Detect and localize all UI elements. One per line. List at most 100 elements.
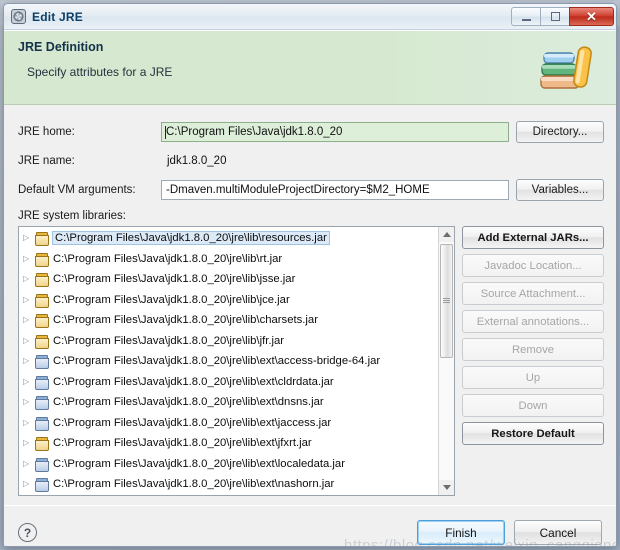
library-row[interactable]: ▷ C:\Program Files\Java\jdk1.8.0_20\jre\l…	[19, 269, 438, 290]
library-path: C:\Program Files\Java\jdk1.8.0_20\jre\li…	[53, 437, 312, 450]
jar-icon	[34, 272, 49, 288]
jre-name-label: JRE name:	[18, 154, 75, 167]
expand-triangle-icon[interactable]: ▷	[23, 377, 34, 386]
dialog-footer: ? Finish Cancel https://blog.csdn.net/we…	[4, 505, 616, 546]
close-button[interactable]: ✕	[569, 7, 614, 26]
library-path: C:\Program Files\Java\jdk1.8.0_20\jre\li…	[53, 375, 334, 388]
side-button-javadoc-location: Javadoc Location...	[462, 254, 604, 277]
window-titlebar: Edit JRE ✕	[4, 4, 616, 30]
expand-triangle-icon[interactable]: ▷	[23, 357, 34, 365]
scroll-down-button[interactable]	[439, 479, 454, 495]
expand-triangle-icon[interactable]: ▷	[23, 316, 34, 324]
side-button-down: Down	[462, 394, 604, 417]
library-row[interactable]: ▷ C:\Program Files\Java\jdk1.8.0_20\jre\l…	[19, 474, 438, 495]
chevron-down-icon	[442, 484, 451, 490]
expand-triangle-icon[interactable]: ▷	[23, 480, 34, 488]
jar-icon-blue	[34, 375, 49, 390]
library-row[interactable]: ▷ C:\Program Files\Java\jdk1.8.0_20\jre\l…	[19, 413, 438, 434]
library-row[interactable]: ▷ C:\Program Files\Java\jdk1.8.0_20\jre\l…	[19, 433, 438, 454]
library-action-buttons: Add External JARs... Javadoc Location... S…	[462, 226, 604, 496]
library-row[interactable]: ▷ C:\Program Files\Java\jdk1.8.0_20\jre\l…	[19, 392, 438, 413]
side-button-add-external-jars[interactable]: Add External JARs...	[462, 226, 604, 249]
jre-name-input[interactable]: jdk1.8.0_20	[161, 151, 509, 171]
expand-triangle-icon[interactable]: ▷	[23, 418, 34, 427]
library-row[interactable]: ▷ C:\Program Files\Java\jdk1.8.0_20\jre\l…	[19, 351, 438, 372]
side-button-external-annotations: External annotations...	[462, 310, 604, 333]
library-row[interactable]: ▷ C:\Program Files\Java\jdk1.8.0_20\jre\l…	[19, 372, 438, 393]
library-row[interactable]: ▷ C:\Program Files\Java\jdk1.8.0_20\jre\l…	[19, 454, 438, 475]
minimize-button[interactable]	[511, 7, 540, 26]
vm-arguments-row: Default VM arguments: -Dmaven.multiModul…	[18, 175, 604, 204]
jar-icon	[34, 231, 49, 247]
library-path: C:\Program Files\Java\jdk1.8.0_20\jre\li…	[52, 231, 330, 246]
expand-triangle-icon[interactable]: ▷	[23, 398, 34, 406]
library-row[interactable]: ▷ C:\Program Files\Java\jdk1.8.0_20\jre\l…	[19, 310, 438, 331]
library-path: C:\Program Files\Java\jdk1.8.0_20\jre\li…	[53, 293, 290, 306]
library-row[interactable]: ▷ C:\Program Files\Java\jdk1.8.0_20\jre\l…	[19, 249, 438, 270]
vm-arguments-input[interactable]: -Dmaven.multiModuleProjectDirectory=$M2_…	[161, 179, 509, 200]
dialog-body: JRE Definition Specify attributes for a …	[4, 30, 616, 546]
side-button-up: Up	[462, 366, 604, 389]
vm-arguments-label: Default VM arguments:	[18, 183, 136, 196]
jar-icon	[34, 252, 49, 267]
library-row[interactable]: ▷ C:\Program Files\Java\jdk1.8.0_20\jre\l…	[19, 331, 438, 352]
jre-home-label: JRE home:	[18, 125, 75, 138]
side-button-source-attachment: Source Attachment...	[462, 282, 604, 305]
expand-triangle-icon[interactable]: ▷	[23, 295, 34, 304]
expand-triangle-icon[interactable]: ▷	[23, 459, 34, 468]
dialog-banner: JRE Definition Specify attributes for a …	[4, 31, 616, 105]
jar-icon-blue	[34, 457, 49, 472]
jre-name-row: JRE name: jdk1.8.0_20	[18, 146, 604, 175]
cancel-button[interactable]: Cancel	[514, 520, 602, 545]
minimize-icon	[521, 18, 531, 21]
side-button-restore-default[interactable]: Restore Default	[462, 422, 604, 445]
library-row[interactable]: ▷ C:\Program Files\Java\jdk1.8.0_20\jre\l…	[19, 228, 438, 249]
library-path: C:\Program Files\Java\jdk1.8.0_20\jre\li…	[53, 334, 285, 347]
expand-triangle-icon[interactable]: ▷	[23, 234, 34, 242]
footer-buttons: Finish Cancel	[417, 520, 602, 545]
jar-icon-blue	[34, 354, 49, 370]
library-path: C:\Program Files\Java\jdk1.8.0_20\jre\li…	[53, 273, 296, 286]
expand-triangle-icon[interactable]: ▷	[23, 439, 34, 447]
library-path: C:\Program Files\Java\jdk1.8.0_20\jre\li…	[53, 416, 332, 429]
variables-button[interactable]: Variables...	[516, 178, 604, 201]
scrollbar-thumb[interactable]	[440, 244, 453, 358]
banner-title: JRE Definition	[18, 40, 104, 54]
scrollbar-track[interactable]	[439, 242, 454, 480]
library-path: C:\Program Files\Java\jdk1.8.0_20\jre\li…	[53, 457, 345, 470]
jre-gear-icon	[11, 9, 26, 24]
scroll-up-button[interactable]	[439, 227, 454, 242]
library-path: C:\Program Files\Java\jdk1.8.0_20\jre\li…	[53, 396, 324, 409]
library-path: C:\Program Files\Java\jdk1.8.0_20\jre\li…	[53, 252, 283, 265]
help-icon[interactable]: ?	[18, 523, 37, 542]
jar-icon	[34, 293, 49, 308]
jre-system-libraries-label: JRE system libraries:	[18, 210, 126, 222]
edit-jre-dialog: Edit JRE ✕ JRE Definition Specify attrib…	[3, 3, 617, 547]
jar-icon	[34, 334, 49, 349]
library-path: C:\Program Files\Java\jdk1.8.0_20\jre\li…	[53, 478, 335, 491]
jre-attribute-fields: JRE home: C:\Program Files\Java\jdk1.8.0…	[4, 105, 616, 204]
jre-home-input[interactable]: C:\Program Files\Java\jdk1.8.0_20	[161, 121, 509, 142]
maximize-button[interactable]	[540, 7, 569, 26]
libraries-list[interactable]: ▷ C:\Program Files\Java\jdk1.8.0_20\jre\l…	[18, 226, 455, 496]
library-path: C:\Program Files\Java\jdk1.8.0_20\jre\li…	[53, 355, 381, 368]
expand-triangle-icon[interactable]: ▷	[23, 275, 34, 283]
finish-button[interactable]: Finish	[417, 520, 505, 545]
library-row[interactable]: ▷ C:\Program Files\Java\jdk1.8.0_20\jre\l…	[19, 290, 438, 311]
books-stack-icon	[540, 46, 592, 89]
jar-icon	[34, 313, 49, 329]
libraries-scrollbar[interactable]	[438, 227, 454, 495]
maximize-icon	[550, 12, 560, 21]
banner-subtitle: Specify attributes for a JRE	[27, 65, 173, 79]
expand-triangle-icon[interactable]: ▷	[23, 336, 34, 345]
scrollbar-grip-icon	[443, 298, 450, 304]
window-controls: ✕	[511, 7, 614, 27]
expand-triangle-icon[interactable]: ▷	[23, 254, 34, 263]
jar-icon-blue	[34, 395, 49, 411]
close-icon: ✕	[586, 9, 597, 24]
banner-text-group: JRE Definition Specify attributes for a …	[18, 40, 604, 104]
side-button-remove: Remove	[462, 338, 604, 361]
library-path: C:\Program Files\Java\jdk1.8.0_20\jre\li…	[53, 314, 318, 327]
libraries-section: ▷ C:\Program Files\Java\jdk1.8.0_20\jre\l…	[4, 226, 616, 496]
directory-button[interactable]: Directory...	[516, 120, 604, 143]
